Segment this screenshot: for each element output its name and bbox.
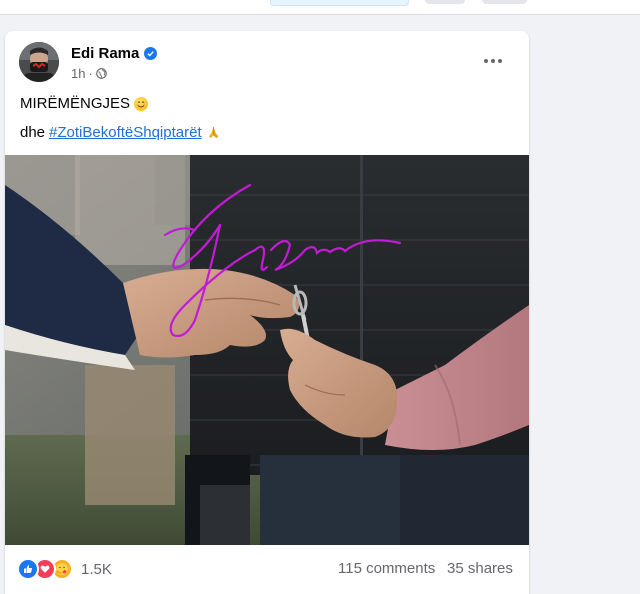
meta-separator: · bbox=[88, 66, 93, 81]
shares-count-link[interactable]: 35 shares bbox=[447, 560, 513, 577]
post-more-button[interactable] bbox=[477, 49, 509, 73]
post-footer: 1.5K 115 comments 35 shares bbox=[5, 545, 529, 594]
feed-post: Edi Rama 1h · MIRËMËNGJES dhe #ZotiBekof… bbox=[5, 31, 529, 594]
globe-icon bbox=[95, 68, 107, 79]
nav-button-secondary[interactable] bbox=[425, 0, 465, 4]
avatar-image bbox=[19, 42, 59, 82]
author-name-row: Edi Rama bbox=[71, 45, 158, 62]
more-icon bbox=[484, 59, 488, 63]
post-text-line2: dhe #ZotiBekoftëShqiptarët bbox=[20, 124, 221, 141]
author-avatar[interactable] bbox=[19, 42, 59, 82]
post-meta: 1h · bbox=[71, 66, 107, 81]
handover-keys-photo bbox=[5, 155, 529, 545]
comments-count-link[interactable]: 115 comments bbox=[338, 560, 435, 577]
verified-icon bbox=[144, 47, 158, 60]
post-time[interactable]: 1h bbox=[71, 66, 85, 81]
post-text-line1: MIRËMËNGJES bbox=[20, 95, 149, 112]
post-greeting: MIRËMËNGJES bbox=[20, 95, 131, 112]
nav-button-primary[interactable] bbox=[270, 0, 409, 6]
top-navigation-bar bbox=[0, 0, 640, 15]
hashtag-link[interactable]: #ZotiBekoftëShqiptarët bbox=[49, 124, 202, 141]
reaction-count: 1.5K bbox=[81, 560, 112, 578]
pray-emoji bbox=[208, 126, 218, 139]
post-photo[interactable] bbox=[5, 155, 529, 545]
nav-button-tertiary[interactable] bbox=[482, 0, 527, 4]
post-text-prefix: dhe bbox=[20, 124, 46, 141]
smile-emoji bbox=[134, 96, 149, 111]
reactions-summary[interactable]: 1.5K bbox=[17, 558, 112, 580]
like-icon bbox=[17, 558, 39, 580]
author-name[interactable]: Edi Rama bbox=[71, 45, 139, 62]
